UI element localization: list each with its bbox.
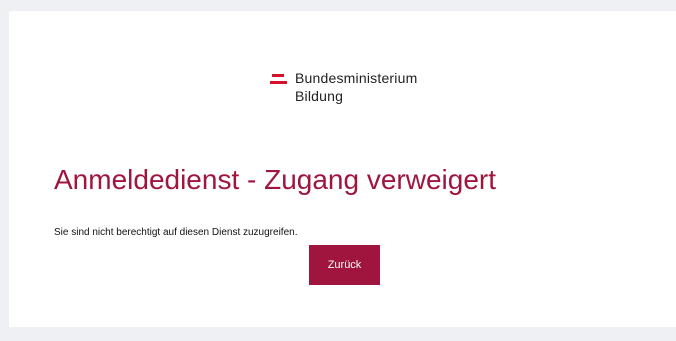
back-button[interactable]: Zurück [309,245,380,285]
ministry-name-line2: Bildung [295,88,344,104]
ministry-logo: Bundesministerium Bildung [270,69,417,105]
ministry-name: Bundesministerium Bildung [295,69,417,105]
ministry-name-line1: Bundesministerium [295,70,418,86]
page-title: Anmeldedienst - Zugang verweigert [54,164,497,195]
page-background: Bundesministerium Bildung Anmeldedienst … [0,0,676,341]
flag-stripe-top [272,74,284,77]
austria-flag-icon [270,74,287,86]
access-denied-message: Sie sind nicht berechtigt auf diesen Die… [54,227,298,238]
flag-stripe-bottom [270,81,287,84]
content-card: Bundesministerium Bildung Anmeldedienst … [9,11,676,327]
